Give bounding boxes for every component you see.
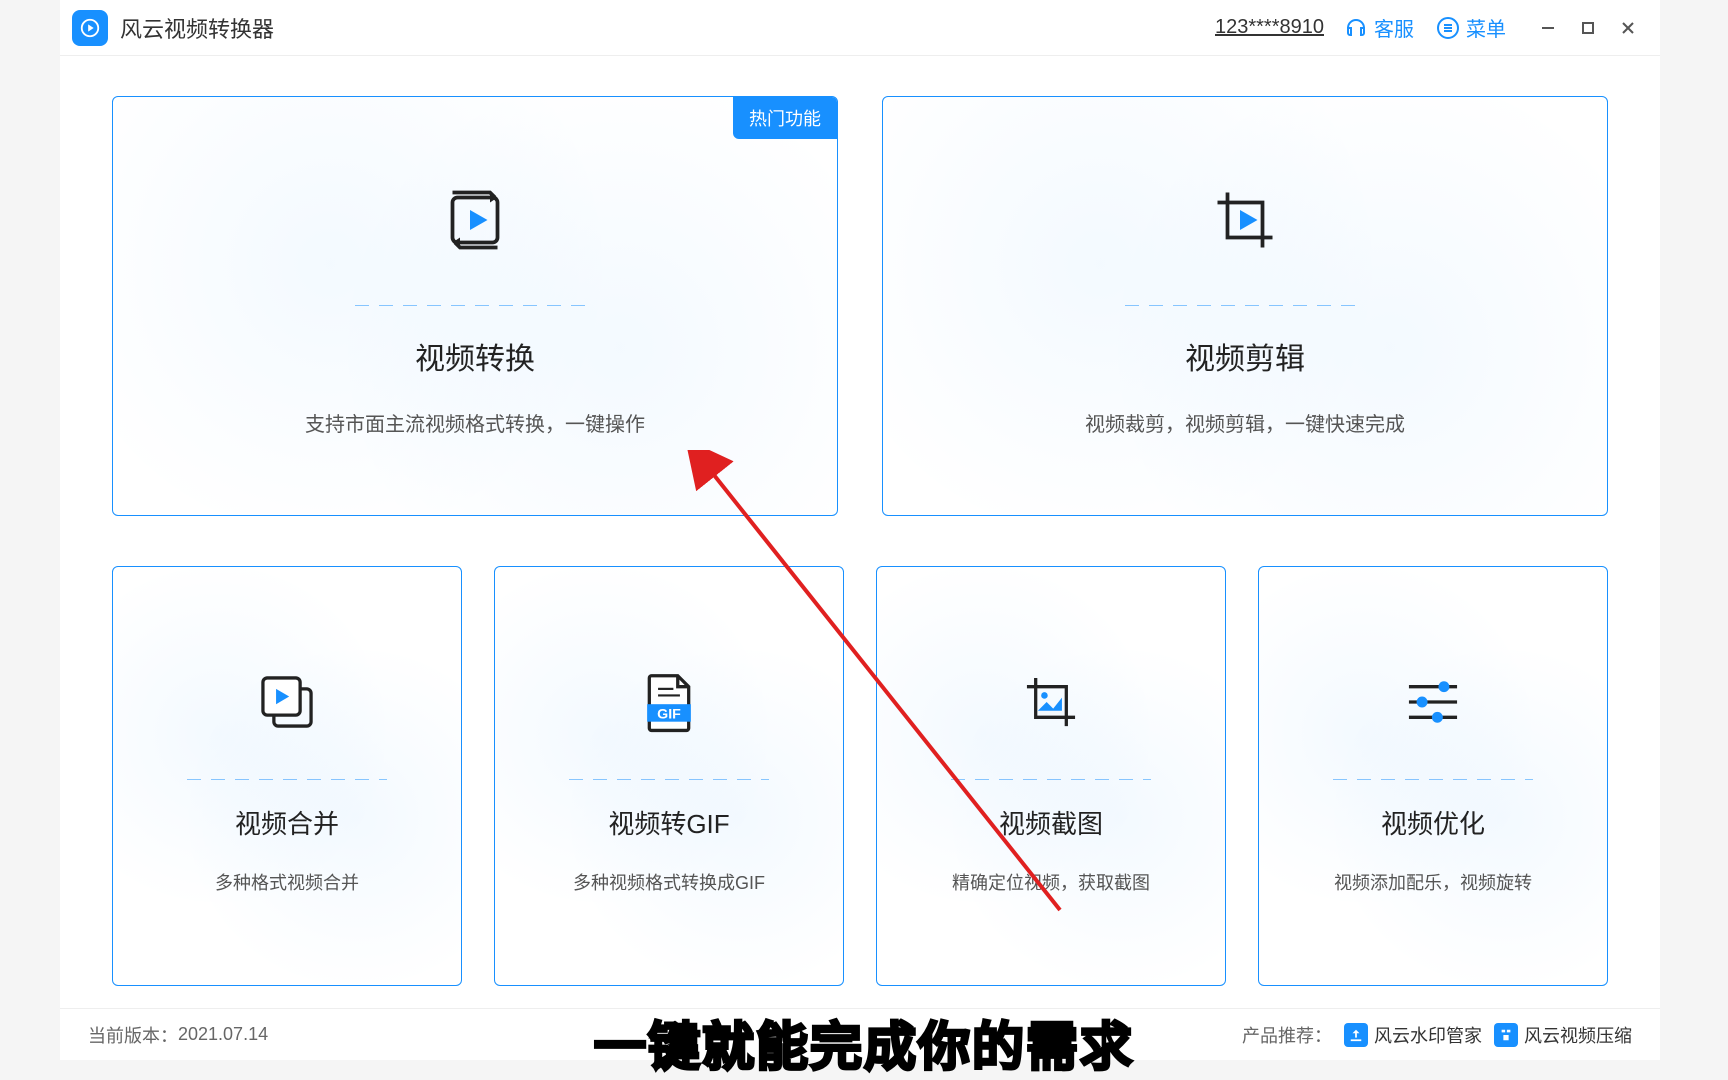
- recommend-label-1: 风云水印管家: [1374, 1022, 1482, 1048]
- card-title: 视频转换: [415, 334, 535, 378]
- sliders-icon: [1398, 657, 1468, 747]
- customer-service-label: 客服: [1374, 13, 1414, 42]
- version-value: 2021.07.14: [178, 1024, 268, 1045]
- upload-icon: [1344, 1023, 1368, 1047]
- card-title: 视频合并: [235, 804, 339, 841]
- footer: 当前版本： 2021.07.14 产品推荐： 风云水印管家 风云视频压缩: [60, 1008, 1660, 1060]
- menu-button[interactable]: 菜单: [1436, 13, 1506, 42]
- card-title: 视频截图: [999, 804, 1103, 841]
- card-subtitle: 视频裁剪，视频剪辑，一键快速完成: [1085, 408, 1405, 437]
- recommend-item-watermark[interactable]: 风云水印管家: [1344, 1022, 1482, 1048]
- hot-badge: 热门功能: [733, 97, 837, 139]
- divider: [951, 779, 1151, 781]
- card-subtitle: 多种格式视频合并: [215, 869, 359, 895]
- recommend-label: 产品推荐：: [1242, 1022, 1332, 1048]
- compress-icon: [1494, 1023, 1518, 1047]
- customer-service-button[interactable]: 客服: [1344, 13, 1414, 42]
- version-label: 当前版本：: [88, 1022, 178, 1048]
- divider: [355, 305, 595, 307]
- user-id-link[interactable]: 123****8910: [1215, 16, 1324, 39]
- minimize-button[interactable]: [1528, 8, 1568, 48]
- divider: [187, 779, 387, 781]
- crop-icon: [1205, 175, 1285, 265]
- bottom-cards-row: 视频合并 多种格式视频合并 GIF 视频转GIF 多种视: [112, 566, 1608, 986]
- divider: [1333, 779, 1533, 781]
- card-title: 视频转GIF: [608, 804, 729, 841]
- svg-text:GIF: GIF: [657, 706, 681, 722]
- recommend-label-2: 风云视频压缩: [1524, 1022, 1632, 1048]
- app-window: 风云视频转换器 123****8910 客服 菜单 热门功能: [60, 0, 1660, 1060]
- headset-icon: [1344, 16, 1368, 40]
- titlebar: 风云视频转换器 123****8910 客服 菜单: [60, 0, 1660, 56]
- card-title: 视频剪辑: [1185, 334, 1305, 378]
- card-subtitle: 支持市面主流视频格式转换，一键操作: [305, 408, 645, 437]
- top-cards-row: 热门功能 视频转换 支持市面主流视频格式转换，一键操作: [112, 96, 1608, 516]
- card-video-screenshot[interactable]: 视频截图 精确定位视频，获取截图: [876, 566, 1226, 986]
- close-icon: [1620, 20, 1636, 36]
- close-button[interactable]: [1608, 8, 1648, 48]
- card-video-merge[interactable]: 视频合并 多种格式视频合并: [112, 566, 462, 986]
- convert-icon: [435, 175, 515, 265]
- gif-icon: GIF: [634, 657, 704, 747]
- recommend-item-compress[interactable]: 风云视频压缩: [1494, 1022, 1632, 1048]
- app-title: 风云视频转换器: [120, 12, 274, 44]
- minimize-icon: [1540, 20, 1556, 36]
- menu-label: 菜单: [1466, 13, 1506, 42]
- divider: [569, 779, 769, 781]
- divider: [1125, 305, 1365, 307]
- card-video-convert[interactable]: 热门功能 视频转换 支持市面主流视频格式转换，一键操作: [112, 96, 838, 516]
- card-title: 视频优化: [1381, 804, 1485, 841]
- card-video-edit[interactable]: 视频剪辑 视频裁剪，视频剪辑，一键快速完成: [882, 96, 1608, 516]
- maximize-button[interactable]: [1568, 8, 1608, 48]
- card-subtitle: 多种视频格式转换成GIF: [573, 869, 765, 895]
- merge-icon: [252, 657, 322, 747]
- card-video-optimize[interactable]: 视频优化 视频添加配乐，视频旋转: [1258, 566, 1608, 986]
- app-logo-icon: [72, 10, 108, 46]
- screenshot-icon: [1016, 657, 1086, 747]
- card-subtitle: 精确定位视频，获取截图: [952, 869, 1150, 895]
- menu-icon: [1436, 16, 1460, 40]
- card-video-to-gif[interactable]: GIF 视频转GIF 多种视频格式转换成GIF: [494, 566, 844, 986]
- card-subtitle: 视频添加配乐，视频旋转: [1334, 869, 1532, 895]
- maximize-icon: [1580, 20, 1596, 36]
- main-area: 热门功能 视频转换 支持市面主流视频格式转换，一键操作: [60, 56, 1660, 986]
